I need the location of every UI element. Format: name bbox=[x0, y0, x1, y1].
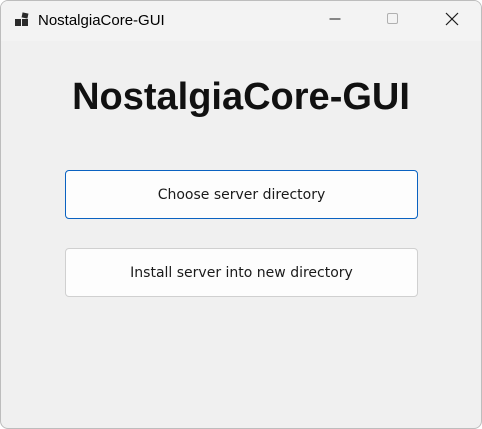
install-server-label: Install server into new directory bbox=[130, 264, 353, 281]
page-heading: NostalgiaCore-GUI bbox=[72, 76, 410, 118]
close-button[interactable] bbox=[423, 1, 481, 41]
app-window: NostalgiaCore-GUI NostalgiaCore-GUI Choo… bbox=[0, 0, 482, 429]
window-title: NostalgiaCore-GUI bbox=[38, 12, 165, 29]
choose-server-directory-button[interactable]: Choose server directory bbox=[65, 170, 418, 219]
app-icon bbox=[14, 12, 30, 28]
install-server-button[interactable]: Install server into new directory bbox=[65, 248, 418, 297]
minimize-button[interactable] bbox=[306, 1, 364, 41]
maximize-icon bbox=[387, 12, 399, 30]
minimize-icon bbox=[329, 12, 341, 30]
title-bar[interactable]: NostalgiaCore-GUI bbox=[1, 1, 481, 41]
maximize-button[interactable] bbox=[364, 1, 422, 41]
choose-server-directory-label: Choose server directory bbox=[157, 186, 326, 203]
close-icon bbox=[445, 12, 459, 31]
